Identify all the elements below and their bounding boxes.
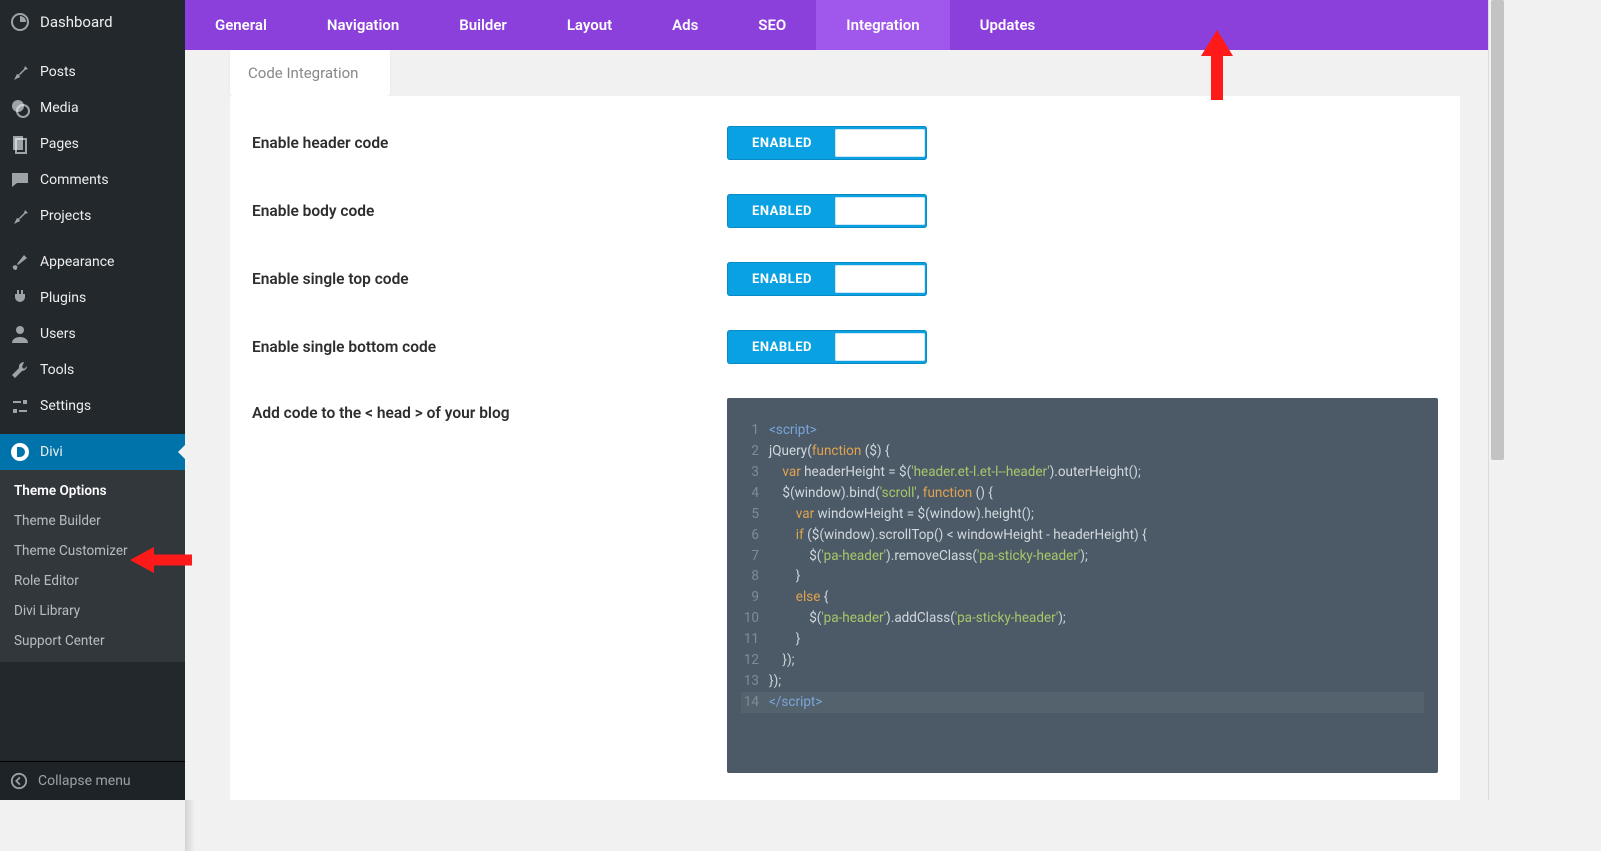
dashboard-icon <box>10 12 30 32</box>
comment-icon <box>10 170 30 190</box>
option-label: Enable body code <box>252 202 727 220</box>
toggle-single-top[interactable]: ENABLED <box>727 262 927 296</box>
option-label: Enable single bottom code <box>252 338 727 356</box>
sidebar-item-users[interactable]: Users <box>0 316 185 352</box>
sidebar-label: Comments <box>40 172 109 188</box>
sidebar-label: Media <box>40 100 79 116</box>
toggle-label: ENABLED <box>729 204 835 219</box>
option-row-head-code: Add code to the < head > of your blog 1<… <box>252 398 1438 773</box>
code-editor-head[interactable]: 1<script> 2jQuery(function ($) { 3 var h… <box>727 398 1438 773</box>
toggle-label: ENABLED <box>729 340 835 355</box>
sidebar-item-dashboard[interactable]: Dashboard <box>0 0 185 44</box>
submenu-role-editor[interactable]: Role Editor <box>0 566 185 596</box>
collapse-icon <box>10 772 28 790</box>
integration-panel: Enable header code ENABLED Enable body c… <box>230 96 1460 800</box>
submenu-theme-builder[interactable]: Theme Builder <box>0 506 185 536</box>
sidebar-label: Pages <box>40 136 79 152</box>
sidebar-label: Projects <box>40 208 91 224</box>
sidebar-label: Users <box>40 326 76 342</box>
divi-icon <box>10 442 30 462</box>
toggle-label: ENABLED <box>729 272 835 287</box>
sidebar-item-pages[interactable]: Pages <box>0 126 185 162</box>
sidebar-submenu-divi: Theme Options Theme Builder Theme Custom… <box>0 470 185 662</box>
option-row-body-code: Enable body code ENABLED <box>252 194 1438 228</box>
sliders-icon <box>10 396 30 416</box>
tab-navigation[interactable]: Navigation <box>297 0 429 50</box>
sidebar-label: Divi <box>40 444 63 460</box>
tab-integration[interactable]: Integration <box>816 0 949 50</box>
toggle-knob <box>835 265 925 293</box>
toggle-knob <box>835 333 925 361</box>
sub-tab-bar: Code Integration <box>185 50 1505 96</box>
sidebar-label: Settings <box>40 398 91 414</box>
submenu-divi-library[interactable]: Divi Library <box>0 596 185 626</box>
submenu-support-center[interactable]: Support Center <box>0 626 185 656</box>
submenu-theme-customizer[interactable]: Theme Customizer <box>0 536 185 566</box>
sidebar-label: Posts <box>40 64 76 80</box>
option-label: Enable single top code <box>252 270 727 288</box>
plug-icon <box>10 288 30 308</box>
option-row-single-bottom: Enable single bottom code ENABLED <box>252 330 1438 364</box>
sidebar-label: Appearance <box>40 254 114 270</box>
sidebar-label: Dashboard <box>40 13 113 31</box>
sidebar-label: Tools <box>40 362 74 378</box>
sidebar-item-appearance[interactable]: Appearance <box>0 244 185 280</box>
option-label: Add code to the < head > of your blog <box>252 398 727 422</box>
sidebar-item-media[interactable]: Media <box>0 90 185 126</box>
collapse-label: Collapse menu <box>38 773 131 789</box>
wrench-icon <box>10 360 30 380</box>
tab-updates[interactable]: Updates <box>950 0 1066 50</box>
user-icon <box>10 324 30 344</box>
wp-admin-sidebar: Dashboard Posts Media Pages Comments Pro… <box>0 0 185 800</box>
submenu-theme-options[interactable]: Theme Options <box>0 476 185 506</box>
sidebar-item-settings[interactable]: Settings <box>0 388 185 424</box>
media-icon <box>10 98 30 118</box>
toggle-knob <box>835 129 925 157</box>
sidebar-label: Plugins <box>40 290 86 306</box>
tab-layout[interactable]: Layout <box>537 0 642 50</box>
sidebar-item-comments[interactable]: Comments <box>0 162 185 198</box>
sidebar-item-tools[interactable]: Tools <box>0 352 185 388</box>
vertical-scrollbar[interactable] <box>1488 0 1505 800</box>
toggle-header-code[interactable]: ENABLED <box>727 126 927 160</box>
scrollbar-thumb[interactable] <box>1491 0 1504 460</box>
sidebar-item-posts[interactable]: Posts <box>0 54 185 90</box>
tab-seo[interactable]: SEO <box>728 0 816 50</box>
tab-ads[interactable]: Ads <box>642 0 728 50</box>
tab-builder[interactable]: Builder <box>429 0 537 50</box>
tab-general[interactable]: General <box>185 0 297 50</box>
pages-icon <box>10 134 30 154</box>
main-content: General Navigation Builder Layout Ads SE… <box>185 0 1505 800</box>
toggle-label: ENABLED <box>729 136 835 151</box>
option-label: Enable header code <box>252 134 727 152</box>
toggle-knob <box>835 197 925 225</box>
toggle-single-bottom[interactable]: ENABLED <box>727 330 927 364</box>
collapse-menu-button[interactable]: Collapse menu <box>0 761 185 800</box>
option-row-single-top: Enable single top code ENABLED <box>252 262 1438 296</box>
subtab-code-integration[interactable]: Code Integration <box>230 50 390 96</box>
sidebar-item-divi[interactable]: Divi <box>0 434 185 470</box>
sidebar-item-projects[interactable]: Projects <box>0 198 185 234</box>
toggle-body-code[interactable]: ENABLED <box>727 194 927 228</box>
pin-icon <box>10 206 30 226</box>
option-row-header-code: Enable header code ENABLED <box>252 126 1438 160</box>
top-tab-bar: General Navigation Builder Layout Ads SE… <box>185 0 1505 50</box>
brush-icon <box>10 252 30 272</box>
sidebar-item-plugins[interactable]: Plugins <box>0 280 185 316</box>
pin-icon <box>10 62 30 82</box>
